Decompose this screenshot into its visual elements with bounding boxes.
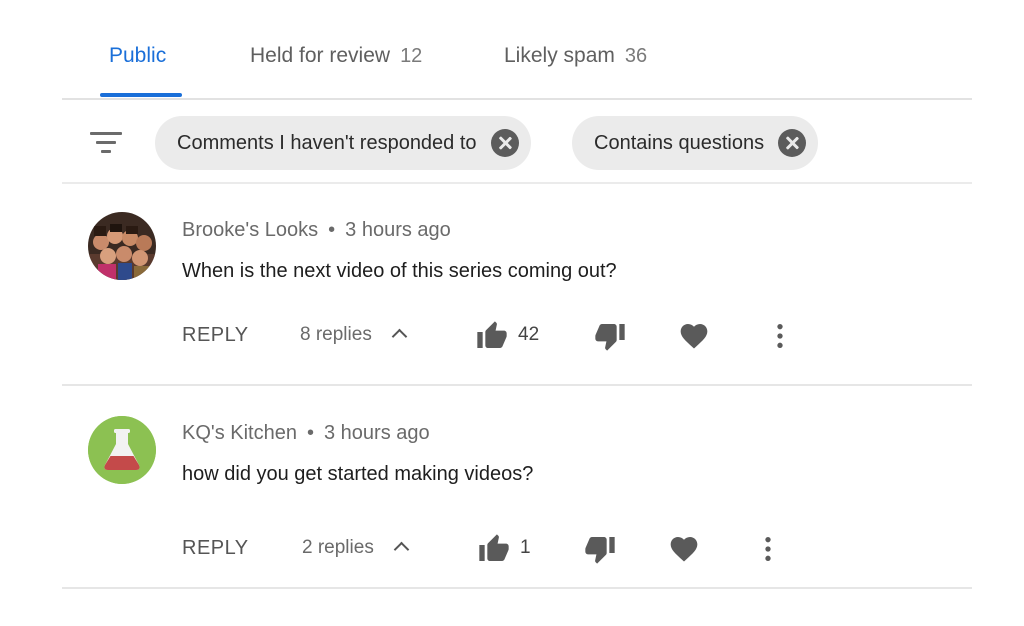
tab-count: 12: [400, 45, 423, 67]
comment-author[interactable]: Brooke's Looks: [182, 219, 318, 241]
divider: [62, 587, 972, 589]
reply-button[interactable]: REPLY: [182, 324, 249, 347]
comment-time[interactable]: 3 hours ago: [324, 422, 430, 444]
filter-chip-not-responded[interactable]: Comments I haven't responded to: [155, 116, 531, 170]
comment-actions: REPLY 2 replies 1: [182, 529, 942, 569]
filter-bar: Comments I haven't responded to Contains…: [62, 100, 972, 184]
comment-meta: Brooke's Looks • 3 hours ago: [182, 219, 451, 242]
close-icon[interactable]: [490, 129, 519, 157]
comment-item: KQ's Kitchen • 3 hours ago how did you get…: [62, 386, 972, 589]
heart-icon[interactable]: [668, 533, 700, 565]
chevron-up-icon: [391, 328, 408, 345]
comment-text: how did you get started making videos?: [182, 463, 534, 485]
flask-icon: [88, 416, 156, 484]
like-count: 42: [518, 324, 540, 345]
active-tab-indicator: [100, 93, 182, 97]
comment-time[interactable]: 3 hours ago: [345, 219, 451, 241]
replies-count: 8 replies: [300, 324, 372, 345]
tab-held-for-review[interactable]: Held for review 12: [250, 44, 422, 68]
like-count: 1: [520, 537, 531, 558]
close-icon[interactable]: [778, 129, 807, 157]
comment-meta: KQ's Kitchen • 3 hours ago: [182, 422, 430, 445]
filter-chip-questions[interactable]: Contains questions: [572, 116, 819, 170]
avatar[interactable]: [88, 416, 156, 484]
comment-text: When is the next video of this series co…: [182, 260, 617, 282]
chip-label: Comments I haven't responded to: [177, 131, 477, 154]
tab-public[interactable]: Public: [109, 44, 166, 68]
tab-label: Likely spam: [504, 44, 615, 67]
thumbs-up-icon[interactable]: [476, 320, 508, 352]
reply-button[interactable]: REPLY: [182, 537, 249, 560]
filter-icon[interactable]: [90, 130, 122, 156]
replies-count: 2 replies: [302, 537, 374, 558]
separator-dot: •: [306, 422, 314, 444]
chevron-up-icon: [393, 541, 410, 558]
comment-item: Brooke's Looks • 3 hours ago When is the n…: [62, 184, 972, 386]
tab-label: Held for review: [250, 44, 391, 67]
separator-dot: •: [328, 219, 336, 241]
tab-count: 36: [624, 45, 648, 67]
thumbs-down-icon[interactable]: [594, 320, 626, 352]
chip-label: Contains questions: [594, 131, 765, 154]
thumbs-down-icon[interactable]: [584, 533, 616, 565]
comments-panel: Public Held for review 12 Likely spam 36 C…: [62, 0, 972, 626]
view-replies-button[interactable]: 8 replies: [300, 324, 408, 346]
tab-label: Public: [109, 44, 167, 67]
view-replies-button[interactable]: 2 replies: [302, 537, 410, 559]
thumbs-up-icon[interactable]: [478, 533, 510, 565]
group-photo-avatar: [88, 212, 156, 280]
avatar[interactable]: [88, 212, 156, 280]
comment-actions: REPLY 8 replies 42: [182, 316, 942, 356]
comment-tabs: Public Held for review 12 Likely spam 36: [62, 0, 972, 100]
comment-author[interactable]: KQ's Kitchen: [182, 422, 297, 444]
tab-likely-spam[interactable]: Likely spam 36: [504, 44, 647, 68]
more-vert-icon[interactable]: [752, 533, 784, 565]
more-vert-icon[interactable]: [764, 320, 796, 352]
heart-icon[interactable]: [678, 320, 710, 352]
